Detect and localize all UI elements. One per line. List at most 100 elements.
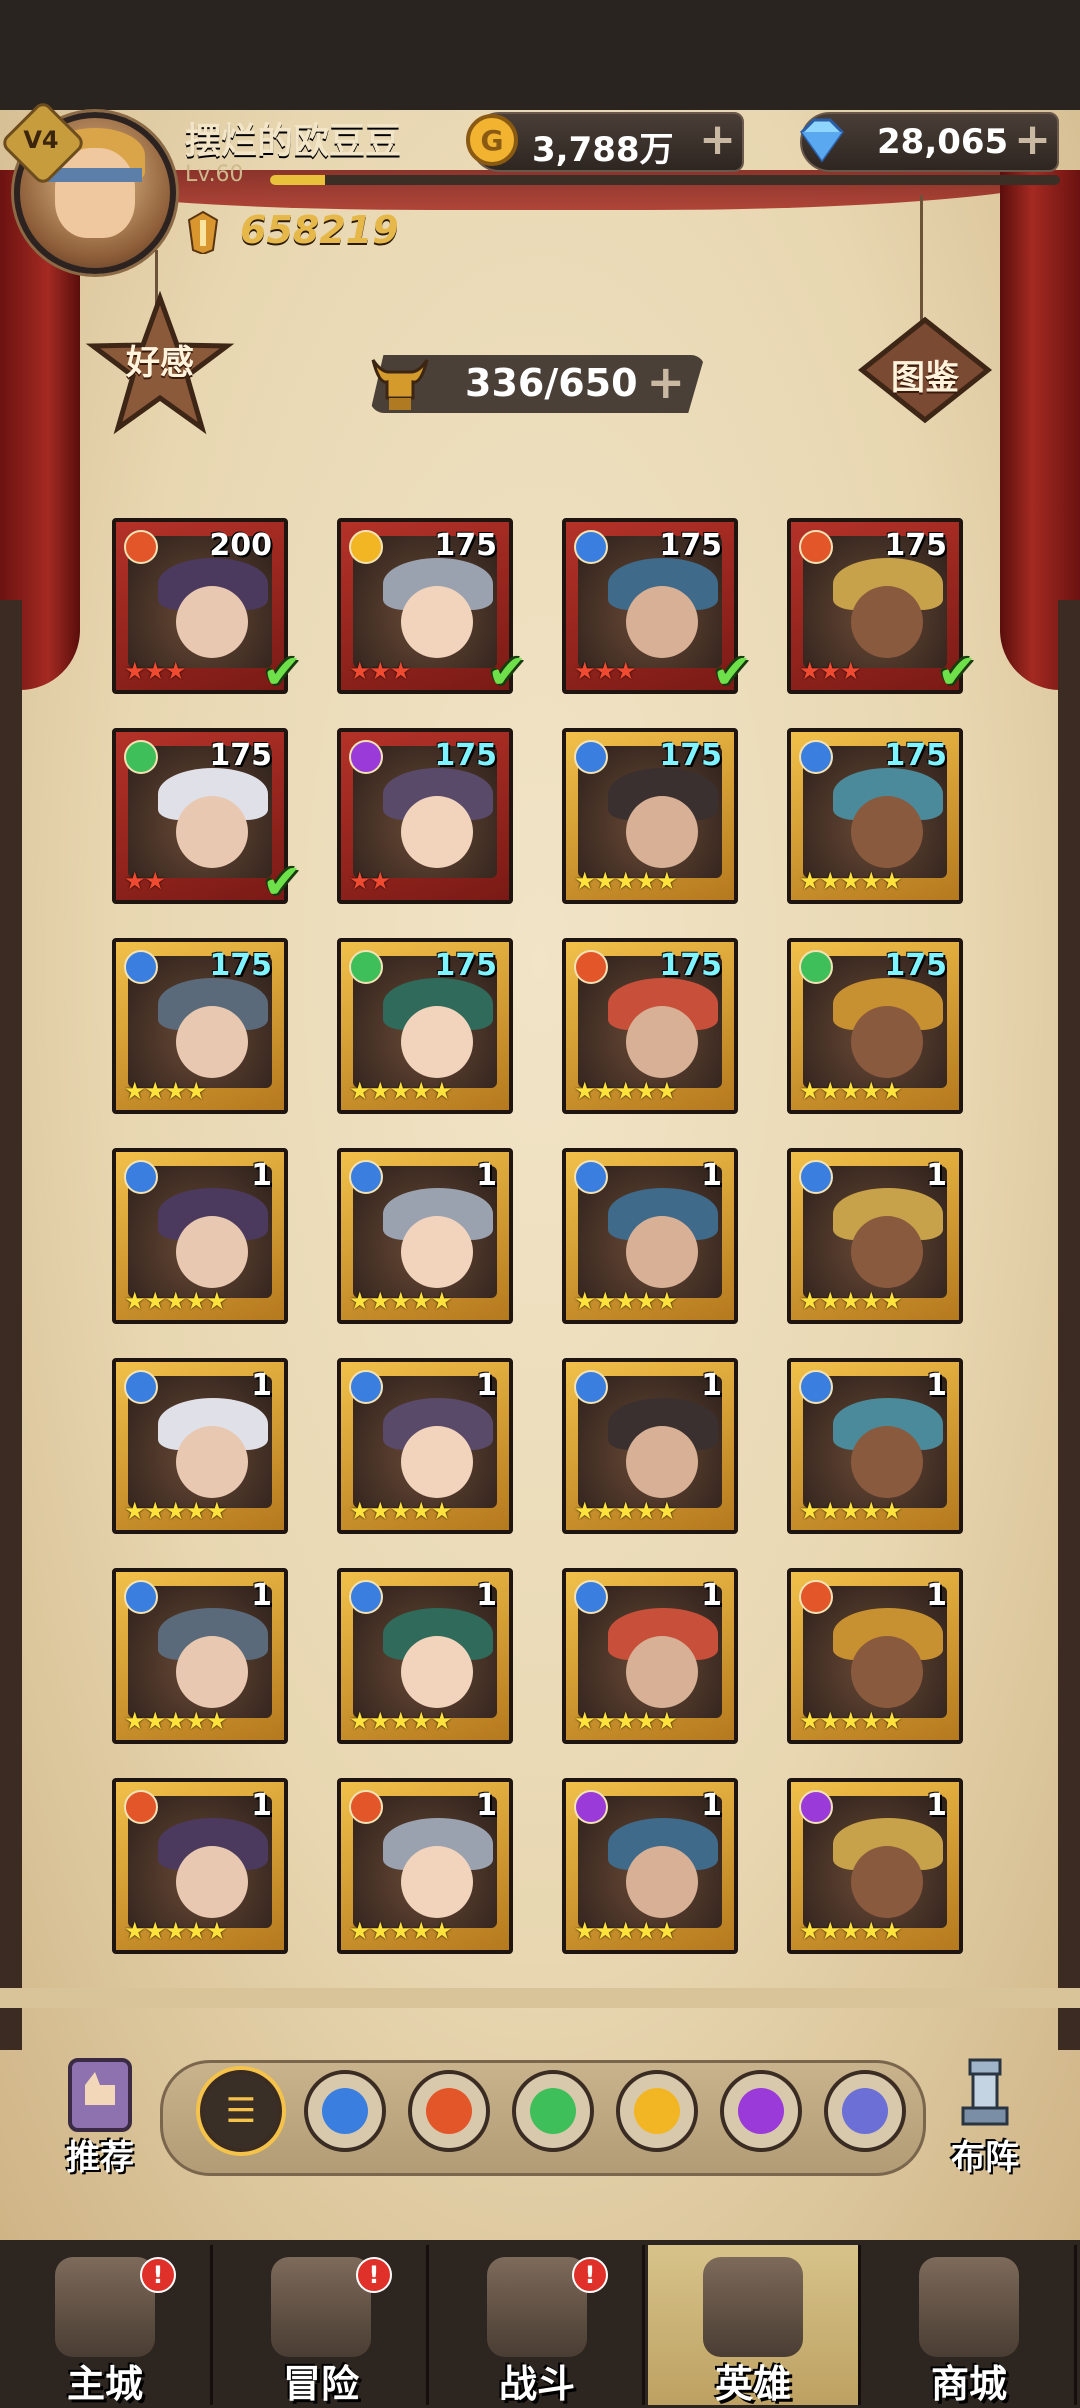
hero-stars: ★★★★	[124, 1077, 207, 1105]
knight-helmet-icon	[703, 2257, 803, 2357]
hero-card[interactable]: 1 ★★★★★	[112, 1778, 288, 1954]
hero-level: 1	[701, 1158, 722, 1193]
hero-level: 1	[476, 1368, 497, 1403]
hero-stars: ★★★★★	[349, 1077, 453, 1105]
hero-card[interactable]: 175 ★★★★	[112, 938, 288, 1114]
hero-level: 200	[209, 528, 272, 563]
hero-level: 1	[926, 1788, 947, 1823]
filter-fire-icon[interactable]	[408, 2070, 490, 2152]
alert-badge: !	[140, 2257, 176, 2293]
hero-card[interactable]: 1 ★★★★★	[112, 1568, 288, 1744]
hero-stars: ★★★★★	[574, 1077, 678, 1105]
hero-level: 175	[434, 948, 497, 983]
water-element-icon	[799, 740, 833, 774]
filter-wind-icon[interactable]	[512, 2070, 594, 2152]
filter-all-icon[interactable]: ☰	[200, 2070, 282, 2152]
fire-element-icon	[124, 1790, 158, 1824]
fire-element-icon	[124, 530, 158, 564]
hero-card[interactable]: 1 ★★★★★	[112, 1148, 288, 1324]
check-mark-icon: ✔	[712, 644, 753, 700]
hero-card[interactable]: 1 ★★★★★	[337, 1568, 513, 1744]
nav-label: 主城	[66, 2362, 143, 2406]
formation-label: 布阵	[951, 2138, 1019, 2178]
check-mark-icon: ✔	[487, 644, 528, 700]
chess-rook-icon	[961, 2058, 1009, 2126]
hero-stars: ★★★★★	[799, 1287, 903, 1315]
wind-element-icon	[349, 950, 383, 984]
player-name: 摆烂的欧豆豆	[185, 121, 402, 162]
hero-card[interactable]: 1 ★★★★★	[562, 1778, 738, 1954]
hero-card[interactable]: 1 ★★★★★	[337, 1358, 513, 1534]
hero-card[interactable]: 175 ★★★★★	[787, 728, 963, 904]
nav-item-2[interactable]: 战斗!	[432, 2245, 645, 2406]
gold-add-button[interactable]: +	[699, 118, 736, 162]
hero-card[interactable]: 175 ★★	[337, 728, 513, 904]
check-mark-icon: ✔	[937, 644, 978, 700]
capacity-add-button[interactable]: +	[646, 357, 685, 407]
nav-label: 冒险	[282, 2362, 359, 2406]
grid-fade-edge	[0, 1988, 1080, 2008]
filter-water-icon[interactable]	[304, 2070, 386, 2152]
codex-button[interactable]: 图鉴	[850, 300, 1000, 450]
hero-stars: ★★★★★	[349, 1917, 453, 1945]
nav-item-3[interactable]: 英雄	[648, 2245, 861, 2406]
hero-card[interactable]: 1 ★★★★★	[787, 1148, 963, 1324]
hero-card[interactable]: 1 ★★★★★	[337, 1778, 513, 1954]
hero-level: 1	[251, 1368, 272, 1403]
hero-card[interactable]: 1 ★★★★★	[112, 1358, 288, 1534]
hero-level: 175	[884, 738, 947, 773]
gold-resource: G 3,788万 +	[466, 112, 744, 172]
hero-card[interactable]: 175 ★★★★★	[562, 938, 738, 1114]
water-element-icon	[124, 1580, 158, 1614]
hero-stars: ★★★★★	[574, 867, 678, 895]
hero-stars: ★★★★★	[799, 1917, 903, 1945]
hero-stars: ★★★★★	[349, 1707, 453, 1735]
hero-card[interactable]: 175 ★★★★★	[337, 938, 513, 1114]
hero-card[interactable]: 175 ★★★★★	[562, 728, 738, 904]
hero-card[interactable]: 1 ★★★★★	[787, 1358, 963, 1534]
hero-level: 175	[209, 738, 272, 773]
nav-item-1[interactable]: 冒险!	[216, 2245, 429, 2406]
hero-card[interactable]: 1 ★★★★★	[562, 1148, 738, 1324]
hero-stars: ★★★★★	[124, 1917, 228, 1945]
xp-bar	[270, 175, 1060, 185]
filter-void-icon[interactable]	[824, 2070, 906, 2152]
hero-card[interactable]: 1 ★★★★★	[787, 1568, 963, 1744]
hero-level: 175	[209, 948, 272, 983]
dark-element-icon	[799, 1790, 833, 1824]
gold-amount: 3,788万	[532, 130, 674, 170]
hero-stars: ★★★★★	[124, 1287, 228, 1315]
hero-card[interactable]: 175 ★★★★★	[787, 938, 963, 1114]
formation-button[interactable]: 布阵	[925, 2050, 1045, 2180]
hero-card[interactable]: 1 ★★★★★	[562, 1358, 738, 1534]
shop-icon	[919, 2257, 1019, 2357]
hero-stars: ★★★★★	[574, 1707, 678, 1735]
hero-card[interactable]: 1 ★★★★★	[562, 1568, 738, 1744]
status-bar-area	[0, 0, 1080, 110]
nav-item-0[interactable]: 主城!	[0, 2245, 213, 2406]
fire-element-icon	[574, 950, 608, 984]
diamond-add-button[interactable]: +	[1014, 118, 1051, 162]
hero-level: 1	[251, 1788, 272, 1823]
water-element-icon	[799, 1160, 833, 1194]
hero-stars: ★★★	[799, 657, 862, 685]
hero-card[interactable]: 1 ★★★★★	[337, 1148, 513, 1324]
nav-item-4[interactable]: 商城	[864, 2245, 1077, 2406]
hero-stars: ★★★★★	[799, 867, 903, 895]
nav-label: 商城	[930, 2362, 1007, 2406]
frame-right	[1058, 600, 1080, 2050]
power-icon	[187, 210, 219, 254]
filter-light-icon[interactable]	[616, 2070, 698, 2152]
favor-button[interactable]: 好感	[85, 290, 235, 440]
hero-level: 1	[926, 1158, 947, 1193]
hero-card[interactable]: 1 ★★★★★	[787, 1778, 963, 1954]
diamond-resource: 28,065 +	[800, 112, 1059, 172]
water-element-icon	[574, 1370, 608, 1404]
hero-level: 1	[701, 1368, 722, 1403]
hero-stars: ★★★★★	[349, 1497, 453, 1525]
filter-dark-icon[interactable]	[720, 2070, 802, 2152]
recommend-button[interactable]: 推荐	[40, 2050, 160, 2180]
hero-stars: ★★★★★	[799, 1707, 903, 1735]
nav-label: 英雄	[714, 2362, 791, 2406]
hero-level: 1	[701, 1788, 722, 1823]
